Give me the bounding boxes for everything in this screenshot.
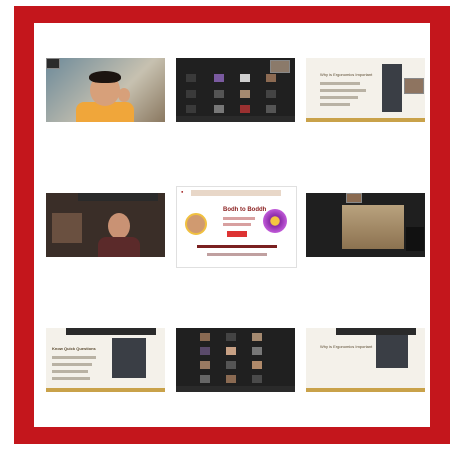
presenter-body	[98, 237, 140, 257]
slide-title: Why is Ergonomics Important	[320, 344, 373, 349]
screen-share-tile[interactable]	[306, 193, 425, 257]
slide-text-line	[320, 82, 360, 85]
participant-tile[interactable]	[252, 347, 262, 355]
self-view-thumbnail[interactable]	[46, 58, 60, 69]
participant-tile[interactable]	[240, 90, 250, 98]
shared-screen-content	[342, 205, 404, 249]
presenter-video[interactable]	[346, 193, 362, 203]
speaker-hair	[89, 71, 121, 83]
participant-tile[interactable]	[226, 375, 236, 383]
gallery-view-tile-1[interactable]	[176, 58, 295, 122]
meeting-toolbar[interactable]	[176, 386, 295, 392]
presenter-video-tile[interactable]	[46, 193, 165, 257]
participant-tile[interactable]	[214, 90, 224, 98]
participant-tile[interactable]	[252, 375, 262, 383]
slide-text-line	[52, 377, 90, 380]
participant-tile[interactable]	[226, 333, 236, 341]
slide-text-line	[320, 103, 350, 106]
participant-tile[interactable]	[240, 105, 250, 113]
poster-footer-line	[197, 245, 277, 248]
slide-footer-bar	[306, 118, 425, 122]
participant-tile[interactable]	[226, 361, 236, 369]
slide-share-tile-3[interactable]: Why is Ergonomics Important	[306, 328, 425, 392]
slide-text-line	[52, 363, 92, 366]
presenter-face	[108, 213, 130, 239]
participant-video-1[interactable]	[270, 60, 290, 73]
gallery-view-tile-2[interactable]	[176, 328, 295, 392]
participant-strip[interactable]	[78, 193, 158, 201]
participant-tile[interactable]	[266, 90, 276, 98]
poster-header-band	[191, 190, 281, 196]
participant-tile[interactable]	[266, 105, 276, 113]
participant-tile[interactable]	[200, 375, 210, 383]
slide-share-tile-2[interactable]: Know Quick Questions	[46, 328, 165, 392]
top-participant-strip[interactable]	[336, 328, 416, 335]
participant-tile[interactable]	[186, 90, 196, 98]
participant-tile[interactable]	[266, 74, 276, 82]
participant-tile[interactable]	[214, 105, 224, 113]
presenter-thumbnail[interactable]	[382, 64, 402, 112]
top-participant-strip[interactable]	[66, 328, 156, 335]
poster-title: Bodh to Boddh	[223, 207, 267, 213]
speaker-photo	[185, 213, 207, 235]
speaker-hand	[118, 88, 130, 102]
slide-text-line	[52, 356, 96, 359]
participant-tile[interactable]	[252, 361, 262, 369]
speaker-video-tile[interactable]	[46, 58, 165, 122]
slide-share-tile-1[interactable]: Why is Ergonomics Important	[306, 58, 425, 122]
presenter-thumbnail[interactable]	[112, 338, 146, 378]
poster-footer-line	[207, 253, 267, 256]
presenter-thumbnail[interactable]	[376, 334, 408, 368]
presenter-video[interactable]	[404, 78, 424, 94]
participant-tile[interactable]	[240, 74, 250, 82]
poster-badge	[227, 231, 247, 237]
participant-tile[interactable]	[186, 74, 196, 82]
backdrop-panel	[52, 213, 82, 243]
slide-text-line	[52, 370, 88, 373]
slide-text-line	[320, 96, 358, 99]
participant-tile[interactable]	[252, 333, 262, 341]
poster-text-line	[223, 217, 255, 220]
slide-footer-bar	[46, 388, 165, 392]
participant-tile[interactable]	[186, 105, 196, 113]
slide-title: Know Quick Questions	[52, 346, 96, 351]
red-border-frame: Why is Ergonomics Important ● Bodh to Bo…	[14, 6, 450, 444]
slide-title: Why is Ergonomics Important	[320, 72, 373, 77]
flower-logo-icon	[263, 209, 287, 233]
participant-tile[interactable]	[200, 361, 210, 369]
participant-tile[interactable]	[200, 347, 210, 355]
sidebar-panel[interactable]	[406, 227, 424, 251]
poster-text-line	[223, 223, 251, 226]
event-poster-tile[interactable]: ● Bodh to Boddh	[176, 186, 297, 268]
slide-footer-bar	[306, 388, 425, 392]
participant-tile[interactable]	[214, 74, 224, 82]
participant-tile[interactable]	[200, 333, 210, 341]
participant-tile[interactable]	[226, 347, 236, 355]
slide-text-line	[320, 89, 366, 92]
meeting-toolbar[interactable]	[176, 116, 295, 122]
collage-canvas: Why is Ergonomics Important ● Bodh to Bo…	[34, 23, 430, 427]
poster-header: ●	[181, 189, 184, 194]
